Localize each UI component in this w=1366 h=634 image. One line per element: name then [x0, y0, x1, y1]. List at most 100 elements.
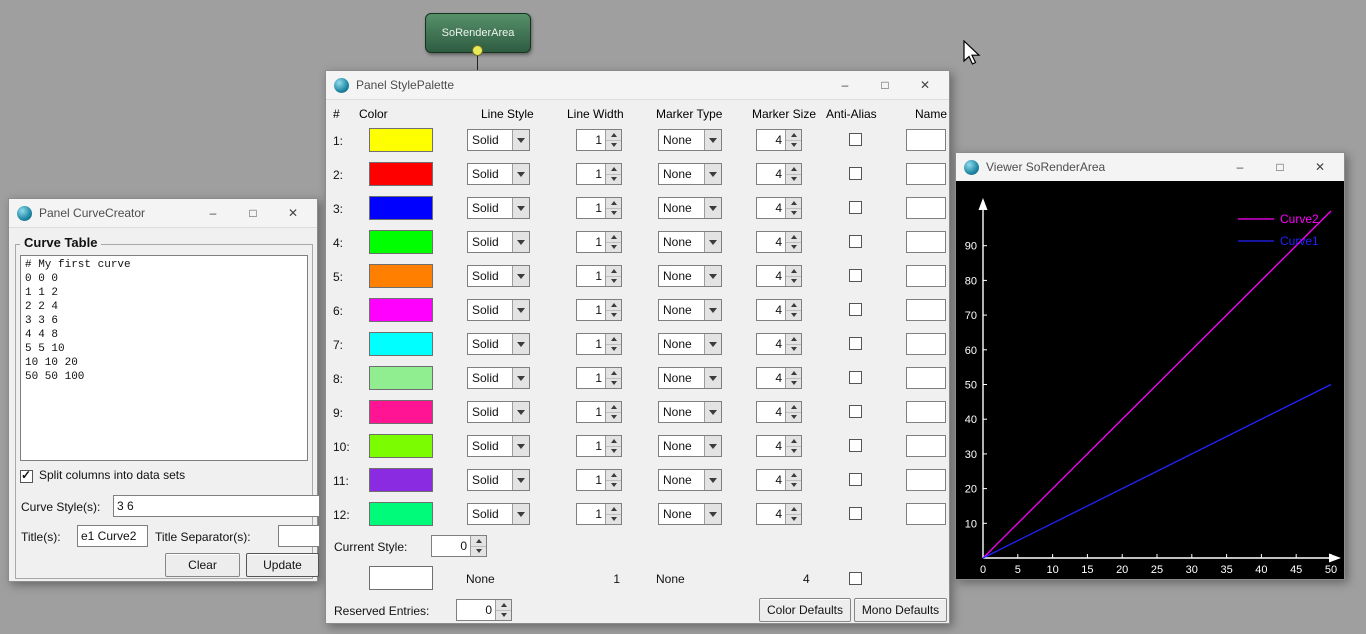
titlebar-stylepalette[interactable]: Panel StylePalette – □ ✕ — [326, 71, 949, 100]
render-canvas[interactable]: 05101520253035404550102030405060708090Cu… — [956, 181, 1344, 579]
line-style-select[interactable]: Solid — [467, 401, 530, 423]
spin-down-icon[interactable] — [786, 515, 801, 525]
close-icon[interactable]: ✕ — [905, 74, 945, 96]
name-input[interactable] — [906, 367, 946, 389]
anti-alias-checkbox[interactable] — [849, 405, 862, 418]
close-icon[interactable]: ✕ — [1300, 156, 1340, 178]
spin-down-icon[interactable] — [786, 175, 801, 185]
spin-up-icon[interactable] — [606, 198, 621, 209]
spin-down-icon[interactable] — [606, 447, 621, 457]
spin-up-icon[interactable] — [786, 164, 801, 175]
color-swatch[interactable] — [369, 196, 433, 220]
line-style-select[interactable]: Solid — [467, 129, 530, 151]
line-width-spinner[interactable]: 1 — [576, 503, 622, 525]
spin-down-icon[interactable] — [606, 345, 621, 355]
line-style-select[interactable]: Solid — [467, 367, 530, 389]
minimize-icon[interactable]: – — [825, 74, 865, 96]
marker-type-select[interactable]: None — [658, 503, 722, 525]
spin-down-icon[interactable] — [786, 277, 801, 287]
spin-down-icon[interactable] — [496, 611, 511, 621]
spin-up-icon[interactable] — [786, 436, 801, 447]
name-input[interactable] — [906, 503, 946, 525]
minimize-icon[interactable]: – — [193, 202, 233, 224]
line-width-spinner[interactable]: 1 — [576, 129, 622, 151]
spin-up-icon[interactable] — [786, 402, 801, 413]
spin-down-icon[interactable] — [606, 243, 621, 253]
marker-type-select[interactable]: None — [658, 333, 722, 355]
color-swatch[interactable] — [369, 128, 433, 152]
marker-type-select[interactable]: None — [658, 401, 722, 423]
spin-up-icon[interactable] — [786, 470, 801, 481]
spin-up-icon[interactable] — [471, 536, 486, 547]
titlebar-curvecreator[interactable]: Panel CurveCreator – □ ✕ — [9, 199, 317, 228]
spin-up-icon[interactable] — [606, 368, 621, 379]
name-input[interactable] — [906, 265, 946, 287]
marker-size-spinner[interactable]: 4 — [756, 435, 802, 457]
line-style-select[interactable]: Solid — [467, 333, 530, 355]
spin-up-icon[interactable] — [786, 130, 801, 141]
color-swatch[interactable] — [369, 400, 433, 424]
line-style-select[interactable]: Solid — [467, 503, 530, 525]
spin-down-icon[interactable] — [606, 277, 621, 287]
anti-alias-checkbox[interactable] — [849, 473, 862, 486]
color-swatch[interactable] — [369, 162, 433, 186]
color-swatch[interactable] — [369, 434, 433, 458]
spin-up-icon[interactable] — [786, 368, 801, 379]
spin-down-icon[interactable] — [606, 141, 621, 151]
marker-size-spinner[interactable]: 4 — [756, 401, 802, 423]
titles-input[interactable] — [77, 525, 148, 547]
spin-down-icon[interactable] — [786, 413, 801, 423]
color-swatch[interactable] — [369, 366, 433, 390]
spin-down-icon[interactable] — [606, 413, 621, 423]
color-swatch[interactable] — [369, 264, 433, 288]
spin-up-icon[interactable] — [786, 232, 801, 243]
spin-down-icon[interactable] — [606, 175, 621, 185]
marker-size-spinner[interactable]: 4 — [756, 469, 802, 491]
line-width-spinner[interactable]: 1 — [576, 367, 622, 389]
spin-up-icon[interactable] — [606, 266, 621, 277]
color-swatch[interactable] — [369, 298, 433, 322]
spin-down-icon[interactable] — [786, 311, 801, 321]
line-width-spinner[interactable]: 1 — [576, 299, 622, 321]
spin-down-icon[interactable] — [606, 481, 621, 491]
maximize-icon[interactable]: □ — [865, 74, 905, 96]
anti-alias-checkbox[interactable] — [849, 507, 862, 520]
marker-type-select[interactable]: None — [658, 299, 722, 321]
color-swatch[interactable] — [369, 230, 433, 254]
marker-size-spinner[interactable]: 4 — [756, 299, 802, 321]
anti-alias-checkbox[interactable] — [849, 201, 862, 214]
name-input[interactable] — [906, 435, 946, 457]
name-input[interactable] — [906, 197, 946, 219]
spin-up-icon[interactable] — [496, 600, 511, 611]
reserved-entries-spinner[interactable]: 0 — [456, 599, 512, 621]
maximize-icon[interactable]: □ — [1260, 156, 1300, 178]
spin-up-icon[interactable] — [606, 470, 621, 481]
marker-size-spinner[interactable]: 4 — [756, 503, 802, 525]
spin-up-icon[interactable] — [606, 504, 621, 515]
spin-down-icon[interactable] — [606, 379, 621, 389]
spin-up-icon[interactable] — [606, 300, 621, 311]
marker-size-spinner[interactable]: 4 — [756, 333, 802, 355]
line-style-select[interactable]: Solid — [467, 197, 530, 219]
spin-down-icon[interactable] — [606, 209, 621, 219]
anti-alias-checkbox[interactable] — [849, 371, 862, 384]
anti-alias-checkbox[interactable] — [849, 133, 862, 146]
anti-alias-checkbox[interactable] — [849, 439, 862, 452]
anti-alias-checkbox[interactable] — [849, 167, 862, 180]
spin-down-icon[interactable] — [786, 481, 801, 491]
line-width-spinner[interactable]: 1 — [576, 435, 622, 457]
spin-down-icon[interactable] — [786, 447, 801, 457]
spin-up-icon[interactable] — [786, 198, 801, 209]
anti-alias-checkbox[interactable] — [849, 269, 862, 282]
line-width-spinner[interactable]: 1 — [576, 333, 622, 355]
name-input[interactable] — [906, 401, 946, 423]
split-columns-checkbox[interactable] — [20, 470, 33, 483]
clear-button[interactable]: Clear — [165, 553, 240, 577]
spin-down-icon[interactable] — [786, 209, 801, 219]
marker-type-select[interactable]: None — [658, 129, 722, 151]
spin-down-icon[interactable] — [786, 141, 801, 151]
line-style-select[interactable]: Solid — [467, 299, 530, 321]
color-defaults-button[interactable]: Color Defaults — [759, 598, 851, 622]
update-button[interactable]: Update — [246, 553, 319, 577]
line-style-select[interactable]: Solid — [467, 265, 530, 287]
